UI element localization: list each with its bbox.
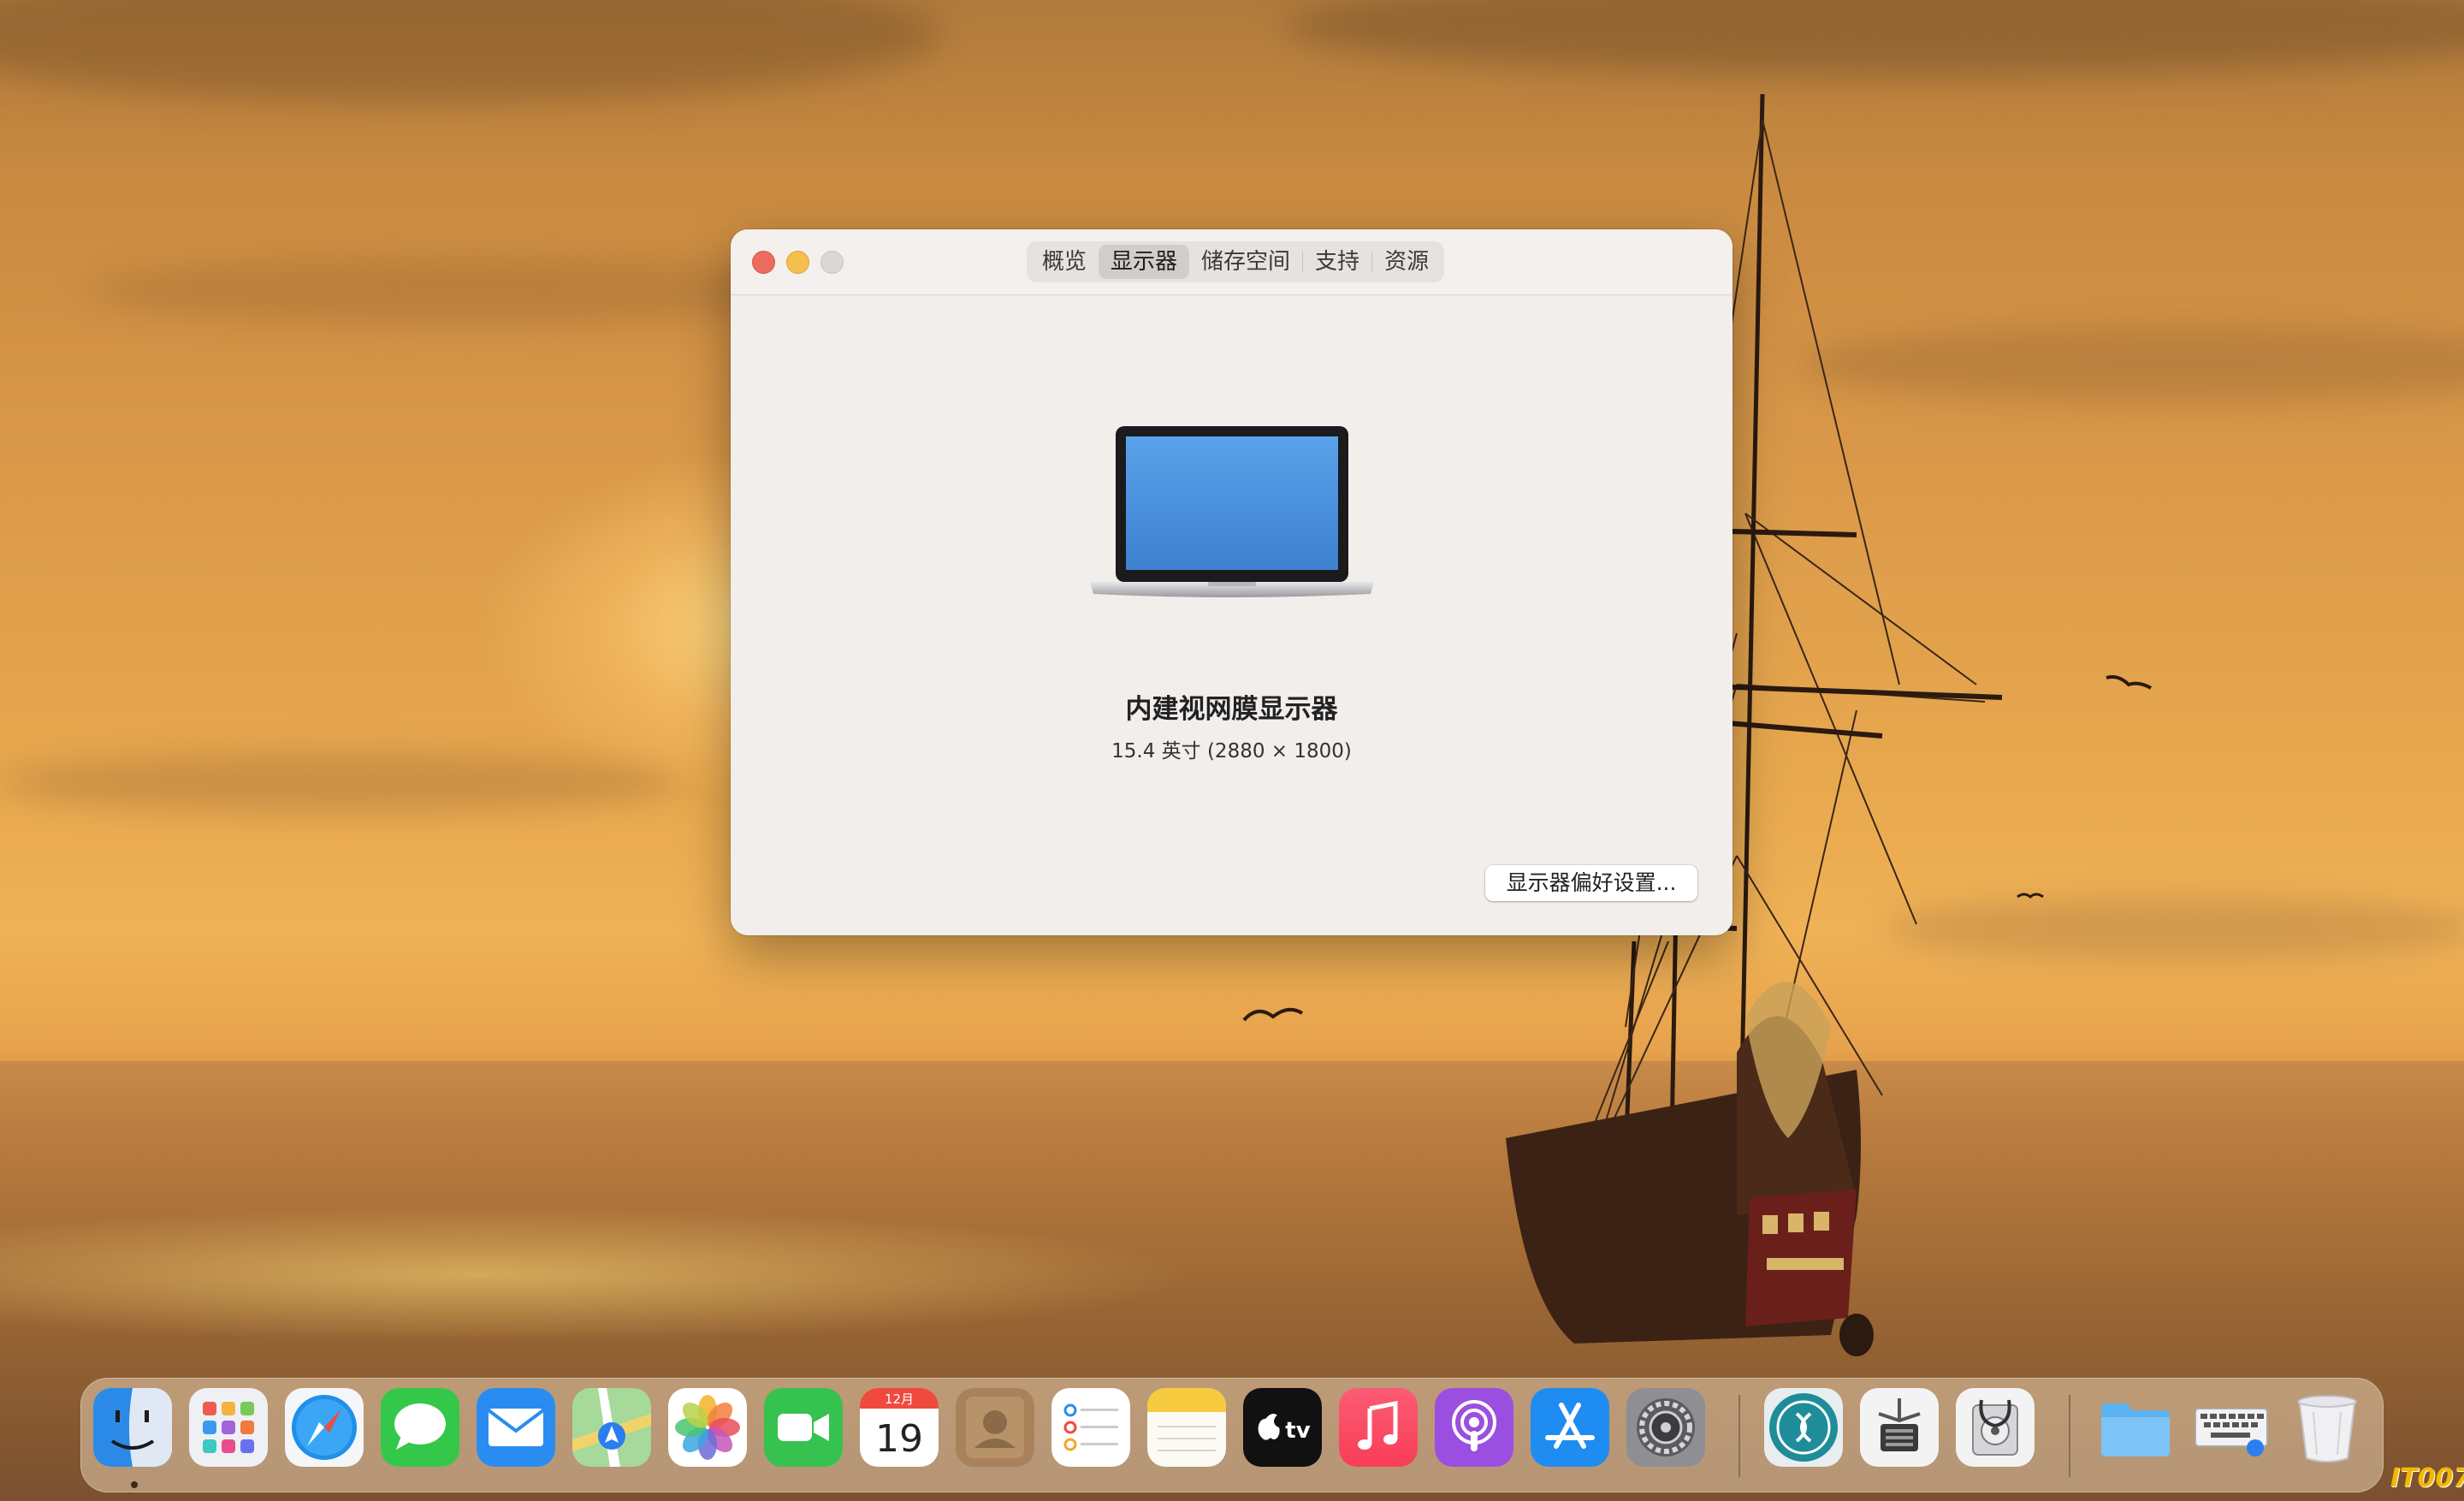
- tab-bar: 概览 显示器 储存空间 支持 资源: [1027, 241, 1445, 282]
- contacts-icon[interactable]: [956, 1388, 1034, 1467]
- utility-app-icon[interactable]: [1860, 1388, 1939, 1467]
- cloud: [0, 0, 941, 103]
- keyboard-viewer-icon[interactable]: [2192, 1388, 2271, 1467]
- display-name: 内建视网膜显示器: [1125, 694, 1338, 725]
- tab-displays[interactable]: 显示器: [1099, 245, 1190, 279]
- tab-resources[interactable]: 资源: [1372, 245, 1441, 279]
- dock-divider: [2069, 1395, 2070, 1477]
- cloud: [0, 753, 684, 813]
- close-button[interactable]: [752, 251, 775, 274]
- display-preferences-button[interactable]: 显示器偏好设置...: [1485, 865, 1697, 901]
- apple-tv-icon[interactable]: tv: [1243, 1388, 1322, 1467]
- tv-label: tv: [1285, 1418, 1310, 1444]
- disk-utility-icon[interactable]: [1956, 1388, 2035, 1467]
- zoom-button[interactable]: [820, 251, 844, 274]
- about-this-mac-window: 概览 显示器 储存空间 支持 资源 内建视网膜显示器 15.4 英寸 (2880…: [731, 229, 1732, 935]
- bird-icon: [2017, 893, 2044, 899]
- photos-icon[interactable]: [668, 1388, 747, 1467]
- app-store-icon[interactable]: [1531, 1388, 1609, 1467]
- music-icon[interactable]: [1339, 1388, 1418, 1467]
- downloads-folder-icon[interactable]: [2096, 1388, 2175, 1467]
- trash-icon[interactable]: [2288, 1388, 2366, 1467]
- maps-icon[interactable]: [572, 1388, 651, 1467]
- calendar-icon[interactable]: 12月 19: [860, 1388, 939, 1467]
- notes-icon[interactable]: [1147, 1388, 1226, 1467]
- tab-overview[interactable]: 概览: [1030, 245, 1099, 279]
- bird-icon: [1242, 1007, 1304, 1022]
- facetime-icon[interactable]: [764, 1388, 843, 1467]
- window-titlebar[interactable]: 概览 显示器 储存空间 支持 资源: [731, 229, 1732, 295]
- calendar-month: 12月: [885, 1391, 914, 1407]
- mail-icon[interactable]: [477, 1388, 555, 1467]
- messages-icon[interactable]: [381, 1388, 459, 1467]
- reminders-icon[interactable]: [1051, 1388, 1130, 1467]
- calendar-day: 19: [875, 1417, 923, 1461]
- app-icon[interactable]: [1764, 1388, 1843, 1467]
- bird-icon: [2106, 675, 2152, 690]
- tab-storage[interactable]: 储存空间: [1189, 245, 1302, 279]
- finder-icon[interactable]: [93, 1388, 172, 1467]
- podcasts-icon[interactable]: [1435, 1388, 1513, 1467]
- system-preferences-icon[interactable]: [1626, 1388, 1705, 1467]
- sea-shine: [0, 1207, 1198, 1344]
- safari-icon[interactable]: [285, 1388, 364, 1467]
- laptop-icon: [1090, 426, 1374, 597]
- cloud: [1283, 0, 2464, 77]
- watermark: IT007: [2390, 1463, 2464, 1493]
- launchpad-icon[interactable]: [189, 1388, 268, 1467]
- dock-divider: [1738, 1395, 1740, 1477]
- minimize-button[interactable]: [786, 251, 809, 274]
- tab-support[interactable]: 支持: [1303, 245, 1371, 279]
- display-specs: 15.4 英寸 (2880 × 1800): [1111, 740, 1352, 762]
- running-indicator: [131, 1481, 138, 1488]
